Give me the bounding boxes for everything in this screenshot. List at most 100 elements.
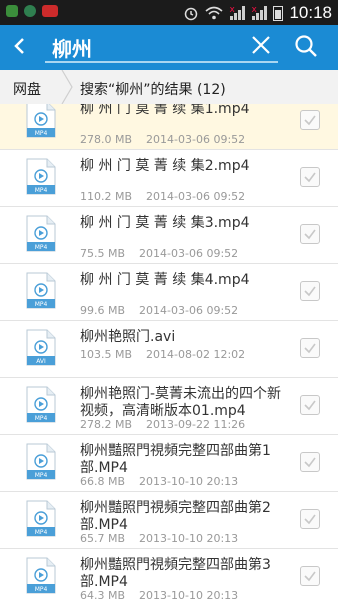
status-bar: x x 10:18	[0, 0, 338, 25]
file-row[interactable]: MP4 柳 州 门 莫 菁 续 集4.mp4 99.6 MB 2014-03-06 0…	[0, 264, 338, 321]
file-meta: 278.2 MB 2013-09-22 11:26	[80, 418, 245, 431]
file-row[interactable]: MP4 柳 州 门 莫 菁 续 集1.mp4 278.0 MB 2014-03-06 …	[0, 104, 338, 150]
file-name: 柳州豔照門視頻完整四部曲第3部.MP4	[80, 557, 271, 590]
video-file-icon: MP4	[26, 215, 56, 252]
file-meta: 75.5 MB 2014-03-06 09:52	[80, 247, 238, 260]
checkmark-icon	[304, 343, 316, 354]
file-size: 278.2 MB	[80, 418, 133, 431]
breadcrumb: 网盘 搜索“柳州”的结果 (12)	[0, 70, 338, 105]
file-type-label: MP4	[35, 415, 48, 422]
signal-strength-2-icon: x	[251, 6, 268, 20]
file-type-label: MP4	[35, 130, 48, 137]
file-row[interactable]: MP4 柳州豔照門視頻完整四部曲第1部.MP4 66.8 MB 2013-10-10 …	[0, 435, 338, 492]
file-size: 110.2 MB	[80, 190, 133, 203]
file-row[interactable]: MP4 柳 州 门 莫 菁 续 集3.mp4 75.5 MB 2014-03-06 0…	[0, 207, 338, 264]
sync-notification-icon	[24, 5, 36, 17]
file-size: 64.3 MB	[80, 589, 126, 600]
search-icon[interactable]	[293, 33, 319, 59]
breadcrumb-root[interactable]: 网盘	[13, 79, 41, 99]
file-meta: 64.3 MB 2013-10-10 20:13	[80, 589, 238, 600]
file-type-label: MP4	[35, 529, 48, 536]
file-name: 柳州艳照门.avi	[80, 329, 176, 345]
wifi-icon	[205, 6, 223, 20]
file-checkbox[interactable]	[300, 452, 320, 472]
file-type-label: MP4	[35, 301, 48, 308]
news-notification-icon	[42, 5, 58, 17]
file-meta: 110.2 MB 2014-03-06 09:52	[80, 190, 245, 203]
file-checkbox[interactable]	[300, 167, 320, 187]
search-input-underline	[45, 61, 278, 63]
file-type-label: AVI	[36, 358, 46, 365]
file-date: 2013-09-22 11:26	[146, 418, 246, 431]
checkmark-icon	[304, 172, 316, 183]
clear-search-icon[interactable]	[249, 33, 273, 57]
video-file-icon: MP4	[26, 104, 56, 138]
file-row[interactable]: MP4 柳州豔照門視頻完整四部曲第3部.MP4 64.3 MB 2013-10-10 …	[0, 549, 338, 600]
file-meta: 99.6 MB 2014-03-06 09:52	[80, 304, 238, 317]
file-checkbox[interactable]	[300, 281, 320, 301]
checkmark-icon	[304, 286, 316, 297]
file-date: 2014-03-06 09:52	[139, 304, 239, 317]
file-name: 柳 州 门 莫 菁 续 集3.mp4	[80, 215, 250, 231]
alarm-icon	[185, 7, 198, 21]
file-name: 柳 州 门 莫 菁 续 集4.mp4	[80, 272, 250, 288]
file-type-label: MP4	[35, 586, 48, 593]
checkmark-icon	[304, 514, 316, 525]
file-date: 2013-10-10 20:13	[139, 532, 239, 545]
file-checkbox[interactable]	[300, 224, 320, 244]
file-checkbox[interactable]	[300, 509, 320, 529]
file-date: 2013-10-10 20:13	[139, 475, 239, 488]
file-size: 65.7 MB	[80, 532, 126, 545]
file-type-label: MP4	[35, 472, 48, 479]
file-type-label: MP4	[35, 244, 48, 251]
clock: 10:18	[289, 3, 332, 22]
file-meta: 66.8 MB 2013-10-10 20:13	[80, 475, 238, 488]
file-date: 2014-08-02 12:02	[146, 348, 246, 361]
back-button[interactable]	[10, 34, 30, 64]
file-meta: 278.0 MB 2014-03-06 09:52	[80, 133, 245, 146]
file-checkbox[interactable]	[300, 395, 320, 415]
breadcrumb-current: 搜索“柳州”的结果 (12)	[80, 82, 226, 98]
video-file-icon: MP4	[26, 272, 56, 309]
breadcrumb-separator-icon	[61, 70, 73, 104]
file-size: 99.6 MB	[80, 304, 126, 317]
file-row[interactable]: MP4 柳州艳照门-莫菁未流出的四个新视频，高清晰版本01.mp4 278.2 MB…	[0, 378, 338, 435]
battery-icon	[273, 5, 284, 21]
file-size: 103.5 MB	[80, 348, 133, 361]
checkmark-icon	[304, 571, 316, 582]
file-size: 66.8 MB	[80, 475, 126, 488]
notification-icons	[6, 5, 58, 17]
app-notification-icon	[6, 5, 18, 17]
system-icons: x x 10:18	[183, 3, 332, 23]
video-file-icon: MP4	[26, 443, 56, 480]
checkmark-icon	[304, 229, 316, 240]
file-meta: 103.5 MB 2014-08-02 12:02	[80, 348, 245, 361]
file-checkbox[interactable]	[300, 110, 320, 130]
back-arrow-icon	[14, 38, 24, 54]
file-row[interactable]: MP4 柳州豔照門視頻完整四部曲第2部.MP4 65.7 MB 2013-10-10 …	[0, 492, 338, 549]
search-header: 柳州	[0, 25, 338, 70]
file-meta: 65.7 MB 2013-10-10 20:13	[80, 532, 238, 545]
file-name: 柳 州 门 莫 菁 续 集1.mp4	[80, 104, 250, 117]
checkmark-icon	[304, 457, 316, 468]
checkmark-icon	[304, 400, 316, 411]
file-checkbox[interactable]	[300, 338, 320, 358]
file-row[interactable]: AVI 柳州艳照门.avi 103.5 MB 2014-08-02 12:02	[0, 321, 338, 378]
video-file-icon: AVI	[26, 329, 56, 366]
file-date: 2014-03-06 09:52	[146, 190, 246, 203]
file-name: 柳 州 门 莫 菁 续 集2.mp4	[80, 158, 250, 174]
video-file-icon: MP4	[26, 158, 56, 195]
file-name: 柳州艳照门-莫菁未流出的四个新视频，高清晰版本01.mp4	[80, 386, 282, 419]
file-name: 柳州豔照門視頻完整四部曲第2部.MP4	[80, 500, 271, 533]
video-file-icon: MP4	[26, 500, 56, 537]
file-row[interactable]: MP4 柳 州 门 莫 菁 续 集2.mp4 110.2 MB 2014-03-06 …	[0, 150, 338, 207]
file-list: MP4 柳 州 门 莫 菁 续 集1.mp4 278.0 MB 2014-03-06 …	[0, 104, 338, 600]
video-file-icon: MP4	[26, 386, 56, 423]
file-date: 2014-03-06 09:52	[146, 133, 246, 146]
signal-strength-1-icon: x	[229, 6, 246, 20]
search-input[interactable]: 柳州	[52, 33, 92, 62]
file-name: 柳州豔照門視頻完整四部曲第1部.MP4	[80, 443, 271, 476]
file-type-label: MP4	[35, 187, 48, 194]
file-checkbox[interactable]	[300, 566, 320, 586]
checkmark-icon	[304, 115, 316, 126]
